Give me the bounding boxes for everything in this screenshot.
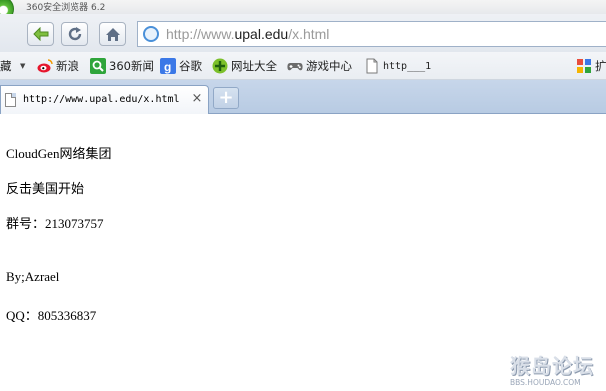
gamepad-icon bbox=[287, 63, 303, 71]
site-globe-icon bbox=[143, 26, 159, 42]
home-button[interactable] bbox=[99, 22, 126, 46]
close-icon[interactable]: × bbox=[190, 91, 204, 107]
home-icon bbox=[105, 27, 120, 41]
forum-watermark: 猴岛论坛 BBS.HOUDAO.COM bbox=[510, 350, 606, 391]
back-arrow-icon bbox=[32, 27, 48, 41]
bookmark-item-sina[interactable]: 新浪 bbox=[37, 58, 79, 74]
bookmark-label: 网址大全 bbox=[231, 59, 277, 73]
bookmark-label: 新浪 bbox=[56, 59, 79, 73]
refresh-button[interactable] bbox=[61, 22, 88, 46]
bookmark-item-directory[interactable]: 网址大全 bbox=[212, 58, 277, 74]
new-tab-button[interactable]: + bbox=[213, 87, 239, 109]
google-icon: g bbox=[160, 58, 176, 74]
bookmark-item-http[interactable]: http___1 bbox=[364, 58, 431, 74]
window-title: 360安全浏览器 6.2 bbox=[26, 3, 106, 13]
url-prefix: http://www. bbox=[166, 26, 235, 42]
url-suffix: /x.html bbox=[288, 26, 330, 42]
bookmark-item-games[interactable]: 游戏中心 bbox=[287, 58, 352, 74]
chevron-down-icon[interactable]: ▼ bbox=[20, 62, 25, 70]
bookmark-folder-label: 藏 bbox=[0, 59, 12, 73]
extensions-label: 扩 bbox=[595, 59, 606, 73]
extensions-button[interactable]: 扩 bbox=[576, 58, 606, 74]
url-host: upal.edu bbox=[234, 26, 289, 42]
text-line: QQ：805336837 bbox=[6, 308, 97, 323]
tab-strip: http://www.upal.edu/x.html × + bbox=[0, 80, 606, 114]
weibo-icon bbox=[37, 59, 53, 73]
text-line: 反击美国开始 bbox=[6, 181, 85, 196]
bookmark-item-360news[interactable]: 360新闻 bbox=[90, 58, 154, 74]
tab-active[interactable]: http://www.upal.edu/x.html × bbox=[0, 85, 209, 114]
extensions-grid-icon bbox=[577, 59, 591, 73]
address-text[interactable]: http://www.upal.edu/x.html bbox=[166, 26, 329, 42]
refresh-icon bbox=[68, 27, 81, 41]
bookmark-label: 360新闻 bbox=[109, 59, 154, 73]
search-icon bbox=[90, 58, 106, 74]
address-bar[interactable]: http://www.upal.edu/x.html bbox=[137, 21, 606, 47]
bookmarks-bar: 藏 ▼ 新浪 360新闻 g 谷歌 网址大全 游戏中心 http___1 扩 bbox=[0, 52, 606, 80]
svg-text:g: g bbox=[164, 60, 171, 74]
text-line: CloudGen网络集团 bbox=[6, 146, 112, 161]
page-icon bbox=[5, 93, 16, 107]
watermark-url: BBS.HOUDAO.COM bbox=[510, 378, 581, 387]
page-icon bbox=[366, 58, 378, 74]
navigation-bar: http://www.upal.edu/x.html bbox=[0, 14, 606, 52]
tab-title: http://www.upal.edu/x.html bbox=[23, 94, 180, 105]
bookmark-label: 谷歌 bbox=[179, 59, 202, 73]
text-line: 群号：213073757 bbox=[6, 216, 104, 231]
bookmark-label: 游戏中心 bbox=[306, 59, 352, 73]
back-button[interactable] bbox=[27, 22, 54, 46]
bookmark-folder[interactable]: 藏 bbox=[0, 58, 12, 74]
bookmark-label: http___1 bbox=[383, 60, 432, 72]
watermark-text: 猴岛论坛 bbox=[510, 354, 594, 378]
bookmark-item-google[interactable]: g 谷歌 bbox=[160, 58, 202, 74]
text-line: By;Azrael bbox=[6, 269, 60, 284]
title-bar: 360安全浏览器 6.2 bbox=[0, 0, 606, 22]
plus-circle-icon bbox=[212, 58, 228, 74]
